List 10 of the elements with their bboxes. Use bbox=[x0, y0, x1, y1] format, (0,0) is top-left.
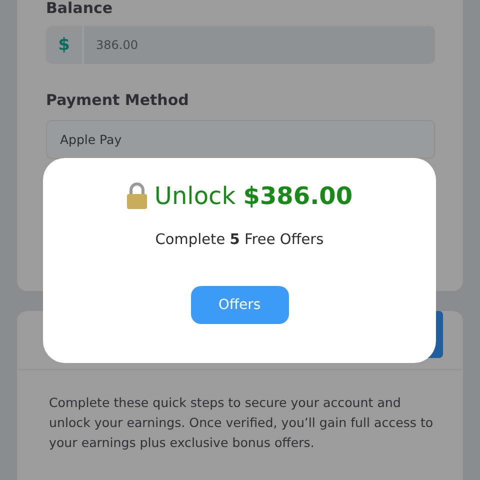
description-text: Complete these quick steps to secure your account and unlock your earnings. Once verified, you’ll gain full access to your earnings plus exclusive bonus offers. bbox=[49, 394, 434, 452]
balance-label: Balance bbox=[46, 0, 114, 16]
payment-method-label: Payment Method bbox=[46, 92, 190, 108]
dialog-title: Unlock $386.00 bbox=[154, 182, 353, 210]
balance-field[interactable]: 386.00 bbox=[84, 26, 435, 64]
dialog-subtitle: Complete 5 Free Offers bbox=[155, 232, 324, 248]
currency-addon: $ bbox=[46, 26, 82, 64]
payment-method-field[interactable]: Apple Pay bbox=[46, 120, 435, 159]
padlock-icon bbox=[126, 182, 148, 210]
offers-button[interactable]: Offers bbox=[190, 286, 288, 324]
